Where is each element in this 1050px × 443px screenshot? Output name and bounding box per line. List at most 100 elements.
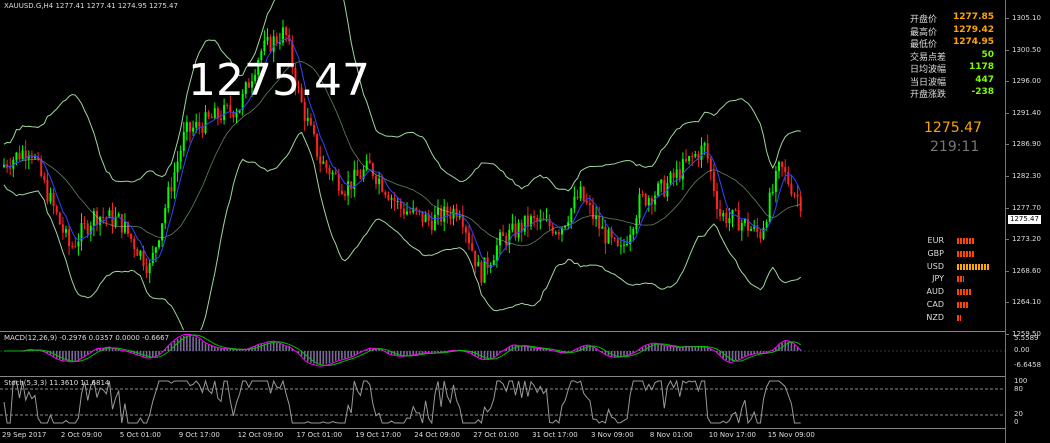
candle-body — [691, 156, 694, 158]
stoch-label: Stoch(5,3,3) 11.3610 11.6814 — [4, 379, 110, 387]
candle-body — [142, 250, 145, 267]
info-value: 1274.95 — [953, 37, 994, 47]
macd-histogram-bar — [334, 351, 337, 361]
candle-body — [573, 196, 576, 209]
macd-histogram-bar — [530, 347, 532, 351]
candle-body — [613, 237, 616, 240]
candle-body — [774, 170, 777, 192]
macd-histogram-bar — [694, 347, 697, 351]
macd-axis-top: 5.5589 — [1014, 334, 1039, 342]
candle-body — [480, 262, 483, 283]
candle-body — [68, 229, 71, 247]
macd-histogram-bar — [527, 347, 529, 351]
macd-histogram-bar — [204, 343, 207, 351]
current-price-tag: 1275.47 — [1008, 215, 1041, 224]
macd-histogram-bar — [700, 346, 703, 351]
candle-body — [86, 223, 89, 234]
candle-body — [61, 224, 64, 233]
candle-body — [195, 122, 198, 128]
candle-body — [793, 194, 796, 196]
macd-histogram-bar — [657, 344, 659, 351]
macd-histogram-bar — [722, 351, 724, 359]
candle-body — [371, 163, 374, 177]
candle-body — [638, 194, 641, 219]
price-axis-label: 1282.30 — [1012, 172, 1041, 180]
macd-histogram-bar — [741, 351, 743, 359]
price-axis-label: 1305.10 — [1012, 14, 1041, 22]
candle-body — [734, 209, 737, 211]
macd-histogram-bar — [790, 342, 793, 351]
time-axis-label: 19 Oct 17:00 — [355, 431, 402, 439]
macd-histogram-bar — [139, 351, 142, 356]
currency-strength-bar — [957, 302, 968, 308]
candle-body — [641, 194, 644, 196]
candle-body — [182, 131, 185, 151]
macd-histogram-bar — [111, 348, 114, 351]
stoch-axis-0: 0 — [1014, 418, 1019, 426]
candle-body — [725, 212, 728, 224]
candle-body — [347, 181, 350, 196]
candle-body — [387, 194, 390, 200]
macd-histogram-bar — [347, 351, 349, 358]
candle-body — [390, 197, 393, 200]
macd-histogram-bar — [80, 351, 83, 358]
candle-body — [787, 172, 790, 185]
candle-body — [189, 122, 191, 132]
candle-body — [554, 232, 557, 234]
price-chart[interactable] — [0, 0, 1005, 330]
candle-body — [799, 196, 802, 212]
candle-body — [18, 152, 21, 160]
time-axis-label: 17 Oct 01:00 — [296, 431, 343, 439]
macd-histogram-bar — [666, 346, 669, 351]
candle-body — [406, 211, 408, 215]
candle-body — [409, 211, 412, 213]
candle-body — [790, 184, 793, 195]
candle-body — [526, 215, 529, 227]
macd-axis-bottom: -6.6458 — [1014, 361, 1042, 369]
stochastic-indicator-pane[interactable] — [0, 377, 1005, 427]
price-axis-tick — [1005, 18, 1009, 19]
macd-histogram-bar — [493, 351, 495, 358]
candle-body — [154, 247, 157, 253]
candle-body — [74, 246, 77, 248]
macd-histogram-bar — [533, 347, 535, 351]
bollinger-middle-band — [3, 61, 801, 247]
candle-body — [728, 218, 731, 224]
candle-body — [582, 186, 585, 201]
price-axis-label: 1277.70 — [1012, 203, 1041, 212]
candle-body — [455, 208, 458, 218]
candle-body — [784, 167, 787, 173]
candle-body — [325, 161, 328, 168]
candle-body — [65, 229, 67, 233]
price-axis-tick — [1005, 144, 1009, 146]
macd-histogram-bar — [778, 344, 780, 351]
candle-body — [198, 122, 201, 127]
macd-histogram-bar — [524, 346, 526, 351]
candle-body — [139, 250, 142, 256]
candle-body — [266, 36, 269, 41]
stoch-axis-20: 20 — [1014, 410, 1023, 418]
candle-body — [502, 232, 505, 236]
macd-histogram-bar — [350, 351, 352, 357]
candle-body — [176, 161, 179, 173]
macd-histogram-bar — [734, 351, 737, 360]
time-axis-label: 29 Sep 2017 — [2, 431, 47, 439]
currency-strength-bar — [957, 276, 965, 283]
candle-body — [173, 172, 176, 192]
candle-body — [446, 206, 449, 216]
candle-body — [601, 226, 604, 229]
candle-body — [381, 178, 384, 192]
candle-body — [344, 194, 346, 196]
candle-body — [750, 228, 753, 231]
stoch-k-line — [3, 379, 801, 425]
candle-body — [313, 125, 315, 135]
macd-histogram-bar — [331, 351, 334, 363]
candle-body — [492, 260, 495, 265]
currency-strength-bar — [957, 289, 972, 296]
candle-body — [585, 200, 588, 203]
macd-histogram-bar — [784, 341, 786, 351]
time-axis-label: 2 Oct 09:00 — [60, 431, 103, 439]
candle-body — [474, 250, 477, 267]
macd-histogram-bar — [728, 351, 731, 362]
time-axis-label: 8 Nov 01:00 — [649, 431, 693, 439]
